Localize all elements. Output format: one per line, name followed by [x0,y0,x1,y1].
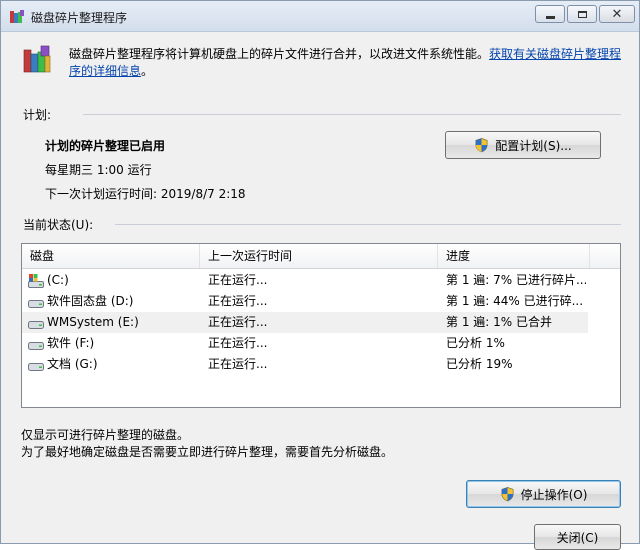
last-run-cell: 正在运行... [208,336,268,350]
window-title: 磁盘碎片整理程序 [31,11,128,25]
disk-row-g[interactable]: 文档 (G:) 正在运行... 已分析 19% [22,354,588,375]
schedule-separator [83,114,621,115]
current-status-label: 当前状态(U): [23,218,94,232]
last-run-cell: 正在运行... [208,294,268,308]
dialog-content: 磁盘碎片整理程序将计算机硬盘上的碎片文件进行合并，以改进文件系统性能。获取有关磁… [1,32,639,550]
schedule-status: 计划的碎片整理已启用 [45,139,166,153]
minimize-icon [545,15,555,19]
defrag-app-icon [23,45,51,73]
stop-operation-button[interactable]: 停止操作(O) [466,480,621,508]
schedule-frequency: 每星期三 1:00 运行 [45,163,152,177]
drive-icon [28,299,44,308]
configure-schedule-button[interactable]: 配置计划(S)... [445,131,601,159]
disk-list-header: 磁盘 上一次运行时间 进度 [22,244,620,269]
progress-cell: 已分析 1% [446,336,505,350]
disk-name: WMSystem (E:) [47,315,139,329]
status-separator [115,224,621,225]
column-header-progress[interactable]: 进度 [438,244,590,268]
column-header-last-run[interactable]: 上一次运行时间 [200,244,438,268]
intro-description: 磁盘碎片整理程序将计算机硬盘上的碎片文件进行合并，以改进文件系统性能。 [69,47,490,61]
intro-period: 。 [141,64,154,78]
defrag-app-icon [10,10,24,23]
configure-schedule-label: 配置计划(S)... [495,138,572,153]
drive-icon [28,320,44,329]
close-button[interactable]: 关闭(C) [534,524,621,550]
info-text-line-1: 仅显示可进行碎片整理的磁盘。 [21,428,190,442]
last-run-cell: 正在运行... [208,315,268,329]
disk-name: 文档 (G:) [47,357,98,371]
last-run-cell: 正在运行... [208,357,268,371]
column-header-disk[interactable]: 磁盘 [22,244,200,268]
maximize-icon [577,10,587,18]
info-text-line-2: 为了最好地确定磁盘是否需要立即进行碎片整理，需要首先分析磁盘。 [21,445,394,459]
close-button-label: 关闭(C) [556,530,599,545]
progress-cell: 已分析 19% [446,357,513,371]
intro-text: 磁盘碎片整理程序将计算机硬盘上的碎片文件进行合并，以改进文件系统性能。获取有关磁… [69,46,629,80]
defrag-window: 磁盘碎片整理程序 ✕ 磁盘碎片整理程序将计算机硬盘上的碎片文件进行合并，以改进文… [0,0,640,550]
next-run-time: 下一次计划运行时间: 2019/8/7 2:18 [45,187,246,201]
progress-cell: 第 1 遍: 44% 已进行碎... [446,294,584,308]
disk-name: (C:) [47,273,69,287]
uac-shield-icon [475,138,488,153]
system-drive-icon [28,273,44,288]
disk-row-e[interactable]: WMSystem (E:) 正在运行... 第 1 遍: 1% 已合并 [22,312,588,333]
uac-shield-icon [501,487,513,502]
minimize-button[interactable] [535,5,565,23]
last-run-cell: 正在运行... [208,273,268,287]
disk-name: 软件固态盘 (D:) [47,294,134,308]
progress-cell: 第 1 遍: 7% 已进行碎片... [446,273,586,287]
disk-row-f[interactable]: 软件 (F:) 正在运行... 已分析 1% [22,333,588,354]
progress-cell: 第 1 遍: 1% 已合并 [446,315,552,329]
disk-name-cell: 软件 (F:) [28,333,196,354]
disk-list[interactable]: 磁盘 上一次运行时间 进度 (C:) 正在运行... 第 1 遍: 7% 已进行… [21,243,621,408]
disk-name-cell: 软件固态盘 (D:) [28,291,196,312]
disk-name-cell: WMSystem (E:) [28,312,196,333]
schedule-section-label: 计划: [23,108,52,122]
stop-operation-label: 停止操作(O) [520,487,588,502]
maximize-button[interactable] [567,5,597,23]
drive-icon [28,341,44,350]
drive-icon [28,362,44,371]
disk-name: 软件 (F:) [47,336,95,350]
disk-name-cell: 文档 (G:) [28,354,196,375]
close-icon: ✕ [611,6,623,22]
close-window-button[interactable]: ✕ [599,5,635,23]
disk-row-c[interactable]: (C:) 正在运行... 第 1 遍: 7% 已进行碎片... [22,270,588,291]
disk-row-d[interactable]: 软件固态盘 (D:) 正在运行... 第 1 遍: 44% 已进行碎... [22,291,588,312]
title-bar[interactable]: 磁盘碎片整理程序 ✕ [1,1,639,32]
disk-name-cell: (C:) [28,270,196,291]
column-header-extra[interactable] [590,244,620,268]
